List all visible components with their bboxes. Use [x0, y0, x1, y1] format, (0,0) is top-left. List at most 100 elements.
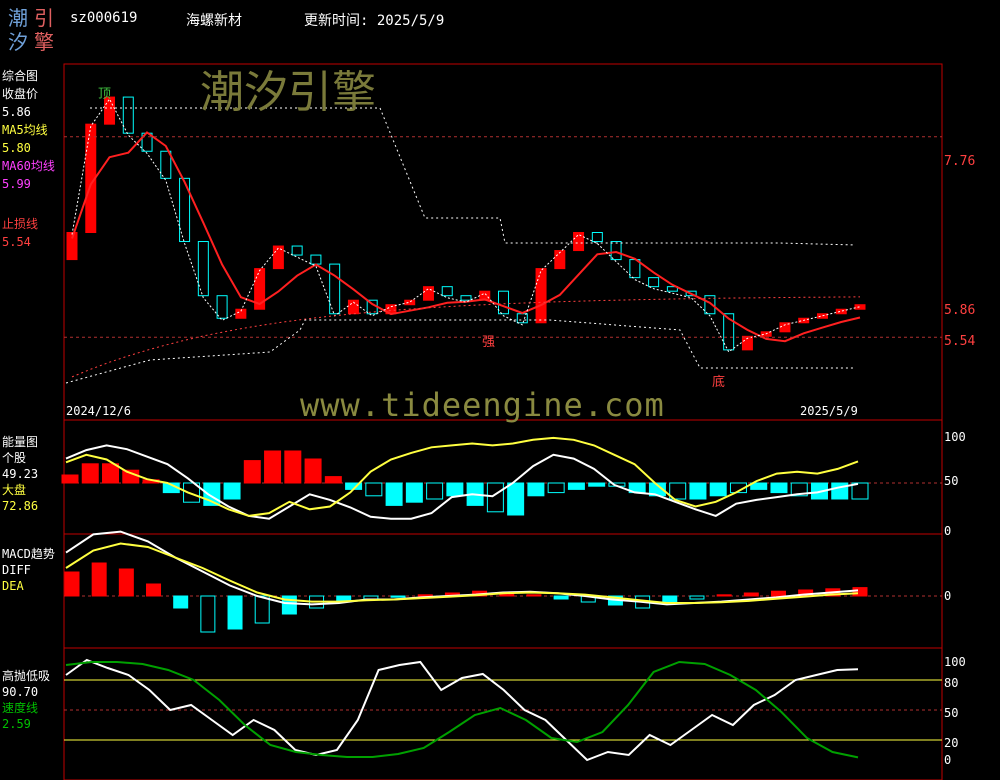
energy-bar — [284, 450, 302, 484]
kdj-axis-80: 80 — [944, 676, 958, 690]
date-end: 2025/5/9 — [800, 404, 858, 418]
energy-bar — [567, 482, 585, 490]
price-axis-stop: 5.54 — [944, 334, 975, 349]
macd-bar — [146, 583, 162, 597]
panel-frame-2 — [63, 419, 943, 535]
candle — [197, 241, 209, 297]
macd-bar — [526, 594, 542, 597]
main-label-2: 5.86 — [2, 105, 31, 119]
candle — [591, 232, 603, 243]
price-axis-top: 7.76 — [944, 154, 975, 169]
candle — [460, 295, 472, 301]
kdj-label-0: 高抛低吸 — [2, 668, 50, 683]
energy-bar — [61, 474, 79, 484]
energy-bar — [689, 482, 707, 500]
stop-loss-label: 止损线 — [2, 217, 38, 231]
kdj-label-1: 90.70 — [2, 685, 38, 699]
energy-bar — [264, 450, 282, 484]
annotation-bottom: 底 — [712, 374, 725, 390]
energy-axis-50: 50 — [944, 474, 958, 488]
macd-bar — [716, 594, 732, 597]
macd-label-0: MACD趋势 — [2, 547, 55, 561]
energy-label-0: 能量图 — [2, 435, 38, 449]
annotation-top: 顶 — [98, 87, 111, 102]
candle — [160, 150, 172, 179]
price-axis-close: 5.86 — [944, 303, 975, 318]
candle — [535, 268, 547, 324]
energy-bar — [243, 460, 261, 484]
kdj-label-3: 2.59 — [2, 717, 31, 731]
chart-canvas: 综合图收盘价 5.86 MA5均线 5.80 MA60均线 5.99 止损线 5.54 2024… — [2, 63, 975, 780]
macd-bar — [417, 594, 433, 597]
candle — [310, 254, 322, 265]
energy-bar — [426, 482, 444, 500]
macd-bar — [553, 595, 569, 600]
energy-bar — [365, 482, 383, 497]
lower-channel — [65, 319, 855, 384]
dea-line — [65, 542, 859, 604]
macd-bar — [227, 595, 243, 630]
energy-bar — [81, 463, 99, 484]
candle — [291, 245, 303, 256]
energy-label-4: 72.86 — [2, 499, 38, 513]
candle — [216, 295, 228, 319]
macd-label-1: DIFF — [2, 563, 31, 577]
diff-line — [65, 530, 859, 606]
candle — [122, 96, 134, 134]
energy-bar — [405, 482, 423, 503]
energy-bar — [385, 482, 403, 506]
energy-bar — [486, 482, 504, 513]
macd-bar — [173, 595, 189, 609]
ma-price-line — [71, 131, 861, 343]
macd-bar — [390, 595, 406, 598]
kdj-label-2: 速度线 — [2, 700, 38, 715]
kdj-axis-0: 0 — [944, 753, 951, 767]
main-label-4: 5.80 — [2, 141, 31, 155]
macd-bar — [64, 571, 80, 597]
macd-bar — [689, 595, 705, 600]
macd-bar — [852, 587, 868, 597]
macd-bar — [91, 562, 107, 597]
energy-stock-line — [65, 444, 859, 520]
candle — [816, 313, 828, 319]
energy-label-1: 个股 — [2, 451, 26, 465]
candle — [329, 263, 341, 315]
candle — [835, 308, 847, 315]
macd-bar — [770, 590, 786, 597]
candle — [516, 313, 528, 324]
energy-bar — [223, 482, 241, 500]
energy-bar — [304, 458, 322, 484]
macd-bar — [200, 595, 216, 633]
energy-axis-0: 0 — [944, 524, 951, 538]
energy-bar — [527, 482, 545, 497]
kdj-axis-100: 100 — [944, 655, 966, 669]
candle — [422, 286, 434, 301]
candle — [610, 241, 622, 261]
macd-bar — [254, 595, 270, 624]
energy-bar — [588, 482, 606, 487]
annotation-strong: 强 — [482, 335, 495, 350]
panel-frame-4 — [63, 647, 943, 780]
macd-label-2: DEA — [2, 579, 24, 593]
main-label-0: 综合图 — [2, 68, 38, 83]
candle — [648, 277, 660, 288]
main-label-1: 收盘价 — [2, 86, 38, 101]
kdj-axis-20: 20 — [944, 736, 958, 750]
macd-bar — [743, 592, 759, 597]
energy-label-2: 49.23 — [2, 467, 38, 481]
kdj-axis-50: 50 — [944, 706, 958, 720]
panel-frame-1 — [63, 63, 943, 421]
energy-bar — [446, 482, 464, 497]
energy-bar — [507, 482, 525, 516]
energy-bar — [324, 476, 342, 484]
macd-bar — [118, 568, 134, 597]
energy-bar — [547, 482, 565, 494]
candle — [854, 304, 866, 310]
candle — [404, 299, 416, 306]
energy-bar — [709, 482, 727, 497]
main-label-3: MA5均线 — [2, 123, 48, 137]
candle — [498, 290, 510, 315]
candle — [441, 286, 453, 297]
energy-label-3: 大盘 — [2, 482, 26, 497]
main-label-6: 5.99 — [2, 177, 31, 191]
